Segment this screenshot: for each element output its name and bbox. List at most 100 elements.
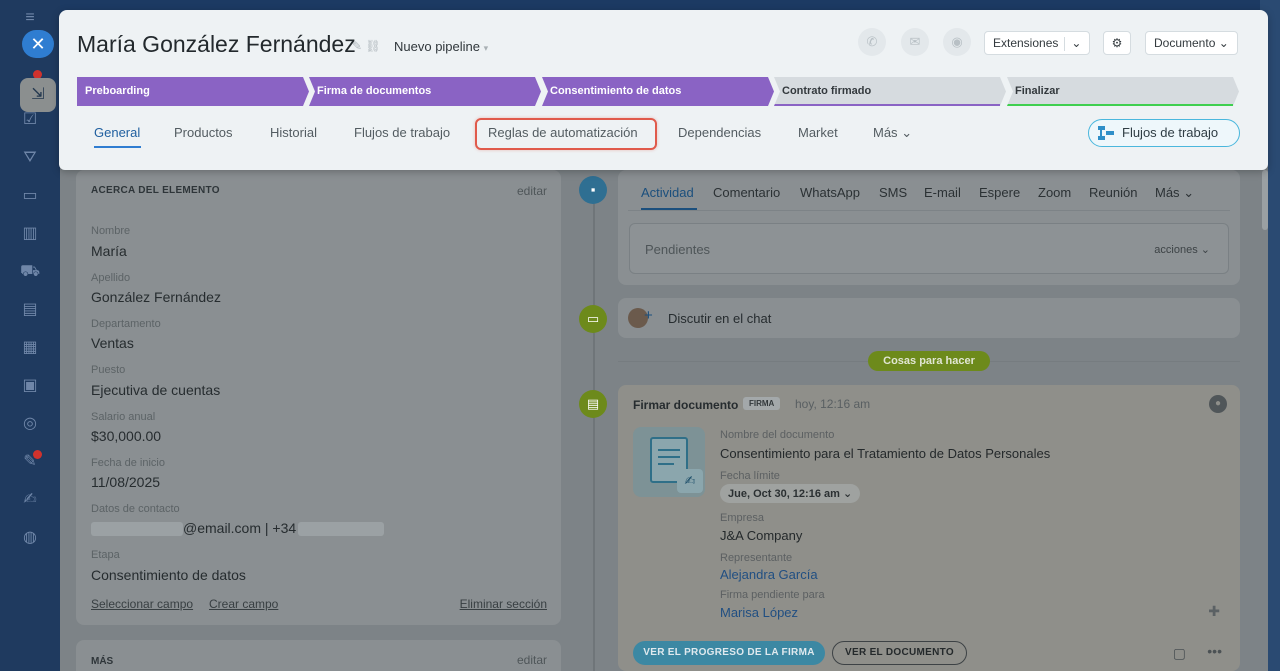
field-value: María [91,243,127,259]
workflows-button[interactable]: Flujos de trabajo [1088,119,1240,147]
field-label: Apellido [91,272,131,284]
tab-mas-activity[interactable]: Más ⌄ [1155,185,1194,201]
chat-icon[interactable]: ◉ [943,28,971,56]
view-signing-progress-button[interactable]: VER EL PROGRESO DE LA FIRMA [633,641,825,665]
pending-input[interactable]: Pendientes acciones ⌄ [629,223,1229,274]
chat-card[interactable]: + Discutir en el chat [618,298,1240,338]
stage-underline [1007,104,1233,106]
filter-icon[interactable]: ⛛ [20,148,40,168]
field-label: Etapa [91,549,120,561]
representative-label: Representante [720,552,793,564]
doc-task-title: Firmar documento [633,398,739,412]
stage-contrato-firmado[interactable]: Contrato firmado [774,77,1006,106]
actions-dropdown[interactable]: acciones ⌄ [1154,243,1210,256]
contact-field-value: @email.com | +34 [91,520,385,537]
stage-label: Firma de documentos [317,85,432,97]
about-edit-link[interactable]: editar [517,184,547,198]
pending-signer-link[interactable]: Marisa López [720,605,798,620]
view-document-button[interactable]: VER EL DOCUMENTO [832,641,967,665]
tab-general[interactable]: General [94,125,140,140]
pencil-icon[interactable]: ✎ [352,39,362,53]
activity-card: Actividad Comentario WhatsApp SMS E-mail… [618,170,1240,285]
field-value: González Fernández [91,289,221,305]
pipeline-selector[interactable]: Nuevo pipeline ▾ [394,39,488,54]
sign-icon[interactable]: ✍ [20,490,40,510]
box-icon[interactable]: ▣ [20,376,40,396]
chart-icon[interactable]: ▥ [20,224,40,244]
tab-whatsapp[interactable]: WhatsApp [800,185,860,200]
settings-button[interactable]: ⚙ [1103,31,1131,55]
tab-comentario[interactable]: Comentario [713,185,780,200]
stage-label: Consentimiento de datos [550,85,682,97]
close-slider-button[interactable]: ✕ [22,30,54,58]
inbox-icon[interactable]: ▭ [20,186,40,206]
tab-flujos-de-trabajo[interactable]: Flujos de trabajo [354,125,450,140]
page-title: María González Fernández [77,31,356,57]
field-label: Fecha de inicio [91,457,165,469]
chevron-down-icon: ⌄ [901,125,913,140]
entity-header: María González Fernández ✎ ⛓ Nuevo pipel… [59,10,1268,170]
stage-preboarding[interactable]: Preboarding [77,77,309,106]
extensions-button[interactable]: Extensiones ⌄ [984,31,1091,55]
select-field-link[interactable]: Seleccionar campo [91,597,193,611]
gear-icon: ⚙ [1111,36,1123,50]
more-options-icon[interactable]: ••• [1207,643,1222,659]
more-card: MÁS editar [76,640,561,671]
document-button[interactable]: Documento ⌄ [1145,31,1238,55]
delete-section-link[interactable]: Eliminar sección [460,597,547,611]
workflows-button-label: Flujos de trabajo [1122,125,1219,140]
tab-reunion[interactable]: Reunión [1089,185,1137,200]
stage-consentimiento[interactable]: Consentimiento de datos [542,77,774,106]
field-value: Consentimiento de datos [91,567,246,583]
target-icon[interactable]: ◎ [20,414,40,434]
actions-label: acciones [1154,244,1198,256]
phone-icon[interactable]: ✆ [858,28,886,56]
globe-icon[interactable]: ◍ [20,528,40,548]
representative-link[interactable]: Alejandra García [720,567,818,582]
add-comment-icon[interactable]: ✚ [1208,603,1220,620]
pending-placeholder: Pendientes [645,242,711,257]
company-label: Empresa [720,512,765,524]
link-icon[interactable]: ⛓ [365,39,380,53]
menu-icon[interactable]: ≡ [20,8,40,28]
scrollbar[interactable] [1262,170,1268,230]
stage-finalizar[interactable]: Finalizar [1007,77,1239,106]
tab-productos[interactable]: Productos [174,125,233,140]
doc-name: Consentimiento para el Tratamiento de Da… [720,446,1051,461]
tab-email[interactable]: E-mail [924,185,961,200]
tab-historial[interactable]: Historial [270,125,317,140]
tab-zoom[interactable]: Zoom [1038,185,1071,200]
button-split [1064,36,1066,51]
tab-actividad[interactable]: Actividad [641,185,694,200]
more-edit-link[interactable]: editar [517,653,547,667]
document-thumbnail[interactable]: ✍ [633,427,705,497]
tasks-icon[interactable]: ✎ [20,452,40,472]
sidebar-item-crm[interactable]: ⇲ [20,78,56,112]
divider [628,210,1230,211]
mail-icon[interactable]: ✉ [901,28,929,56]
deadline-pill[interactable]: Jue, Oct 30, 12:16 am ⌄ [720,484,861,503]
discuss-chat-label: Discutir en el chat [668,311,772,326]
card-icon[interactable]: ▤ [20,300,40,320]
user-icon[interactable]: ● [1209,395,1227,413]
stage-firma-documentos[interactable]: Firma de documentos [309,77,541,106]
stage-label: Contrato firmado [782,85,872,97]
pending-signer-label: Firma pendiente para [720,589,825,601]
tab-mas[interactable]: Más ⌄ [873,125,912,141]
doc-time: hoy, 12:16 am [795,397,871,411]
note-icon[interactable]: ▢ [1173,645,1186,662]
about-header: ACERCA DEL ELEMENTO [91,185,220,196]
cart-icon[interactable]: ⛟ [20,262,40,282]
field-label: Nombre [91,225,131,237]
create-field-link[interactable]: Crear campo [209,597,278,611]
tab-espere[interactable]: Espere [979,185,1020,200]
checklist-icon[interactable]: ☑ [20,110,40,130]
calendar-icon[interactable]: ▦ [20,338,40,358]
comment-icon: ▭ [579,305,607,333]
tab-sms[interactable]: SMS [879,185,907,200]
stage-underline [774,104,1000,106]
field-value: 11/08/2025 [91,474,161,490]
tab-market[interactable]: Market [798,125,838,140]
chevron-down-icon: ⌄ [1183,185,1195,200]
tab-dependencias[interactable]: Dependencias [678,125,761,140]
